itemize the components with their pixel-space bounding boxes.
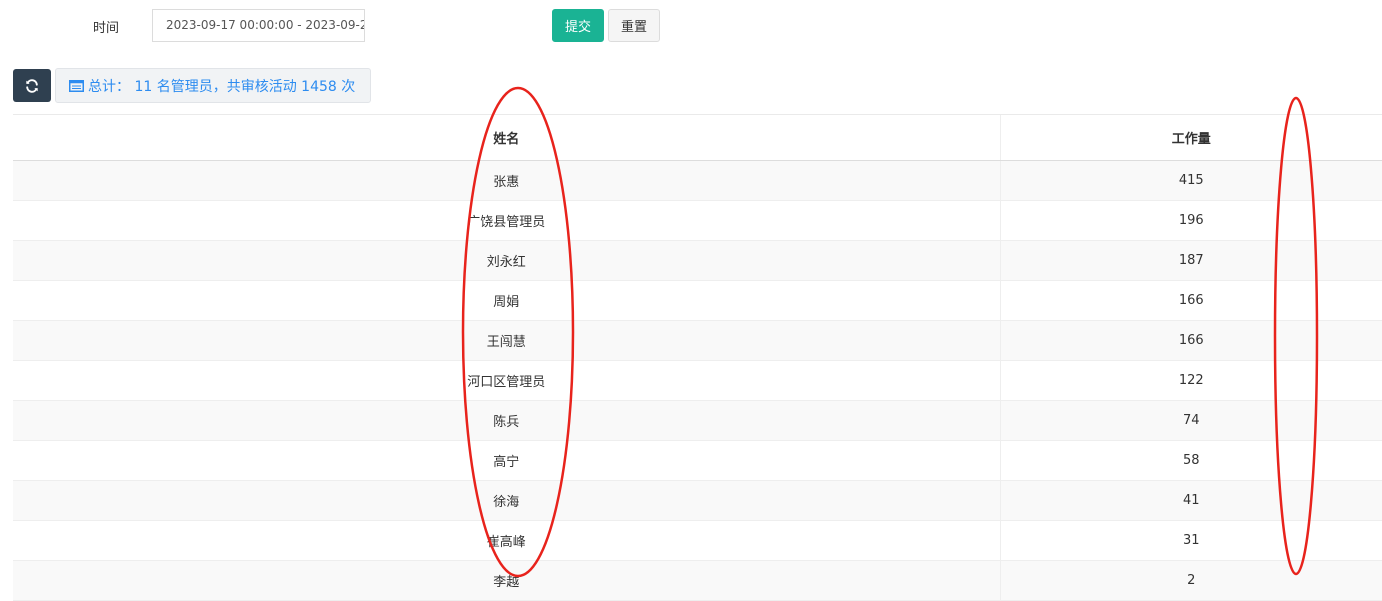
table-row: 刘永红 187 <box>13 240 1382 281</box>
table-row: 崔高峰 31 <box>13 520 1382 561</box>
cell-workload: 31 <box>999 520 1382 561</box>
column-header-workload[interactable]: 工作量 <box>999 114 1382 161</box>
cell-name: 周娟 <box>13 280 1000 321</box>
cell-name: 刘永红 <box>13 240 1000 281</box>
cell-name: 陈兵 <box>13 400 1000 441</box>
refresh-icon <box>26 78 38 93</box>
workload-table: 姓名 工作量 张惠 415 广饶县管理员 196 刘永红 187 周娟 166 <box>13 114 1382 601</box>
table-row: 王闯慧 166 <box>13 320 1382 361</box>
list-icon <box>69 79 84 92</box>
cell-workload: 2 <box>999 560 1382 601</box>
date-range-input[interactable]: 2023-09-17 00:00:00 - 2023-09-2 <box>152 9 365 42</box>
reset-button[interactable]: 重置 <box>608 9 660 42</box>
submit-button[interactable]: 提交 <box>552 9 604 42</box>
table-header-row: 姓名 工作量 <box>13 114 1382 161</box>
summary-badge: 总计： 11 名管理员，共审核活动 1458 次 <box>55 68 371 103</box>
table-row: 李越 2 <box>13 560 1382 601</box>
cell-workload: 187 <box>999 240 1382 281</box>
cell-name: 河口区管理员 <box>13 360 1000 401</box>
cell-name: 徐海 <box>13 480 1000 521</box>
cell-name: 李越 <box>13 560 1000 601</box>
cell-workload: 415 <box>999 160 1382 201</box>
cell-name: 高宁 <box>13 440 1000 481</box>
cell-workload: 166 <box>999 280 1382 321</box>
cell-name: 广饶县管理员 <box>13 200 1000 241</box>
table-row: 广饶县管理员 196 <box>13 200 1382 241</box>
table-row: 周娟 166 <box>13 280 1382 321</box>
cell-workload: 122 <box>999 360 1382 401</box>
table-row: 高宁 58 <box>13 440 1382 481</box>
cell-workload: 41 <box>999 480 1382 521</box>
cell-name: 张惠 <box>13 160 1000 201</box>
time-label: 时间 <box>93 21 120 36</box>
cell-name: 王闯慧 <box>13 320 1000 361</box>
table-row: 张惠 415 <box>13 160 1382 201</box>
table-row: 河口区管理员 122 <box>13 360 1382 401</box>
cell-workload: 74 <box>999 400 1382 441</box>
cell-name: 崔高峰 <box>13 520 1000 561</box>
table-row: 陈兵 74 <box>13 400 1382 441</box>
summary-text: 总计： 11 名管理员，共审核活动 1458 次 <box>88 78 356 95</box>
cell-workload: 58 <box>999 440 1382 481</box>
refresh-button[interactable] <box>13 69 51 102</box>
cell-workload: 196 <box>999 200 1382 241</box>
table-row: 徐海 41 <box>13 480 1382 521</box>
cell-workload: 166 <box>999 320 1382 361</box>
column-header-name[interactable]: 姓名 <box>13 114 1000 161</box>
